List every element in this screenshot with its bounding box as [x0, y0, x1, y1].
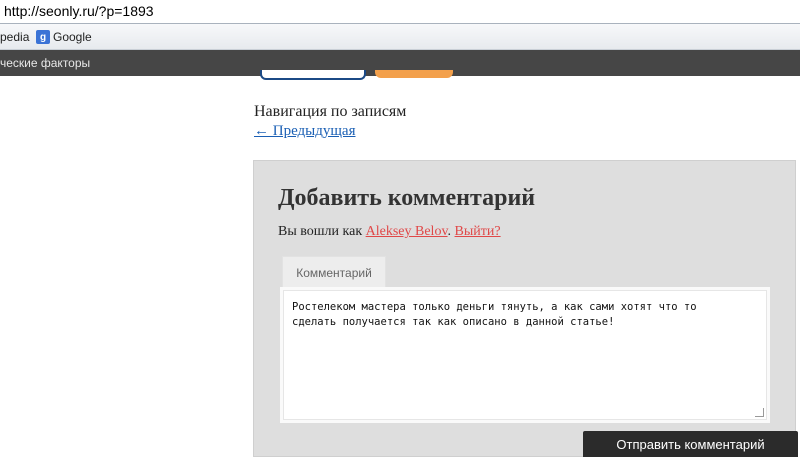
admin-bar-item[interactable]: ческие факторы [0, 56, 90, 70]
comment-textarea[interactable]: Ростелеком мастера только деньги тянуть,… [283, 290, 767, 420]
comment-text-line: Ростелеком мастера только деньги тянуть,… [292, 301, 697, 313]
resize-handle-icon[interactable] [755, 408, 764, 417]
logged-in-prefix: Вы вошли как [278, 224, 366, 239]
logged-in-as: Вы вошли как Aleksey Belov. Выйти? [278, 224, 501, 240]
bookmark-google-label: Google [53, 30, 92, 44]
logout-link[interactable]: Выйти? [455, 224, 501, 239]
comment-text: Ростелеком мастера только деньги тянуть,… [292, 301, 697, 328]
bookmark-wikipedia[interactable]: pedia [0, 30, 29, 44]
bookmarks-bar: pedia g Google [0, 24, 800, 50]
post-navigation-title: Навигация по записям [254, 103, 407, 120]
address-bar[interactable]: http://seonly.ru/?p=1893 [0, 0, 800, 24]
submit-comment-button[interactable]: Отправить комментарий [583, 431, 798, 457]
comment-text-line: сделать получается так как описано в дан… [292, 316, 615, 328]
share-button-blue[interactable] [260, 70, 366, 80]
logged-in-separator: . [447, 224, 455, 239]
google-g-icon: g [36, 30, 50, 44]
previous-post-link[interactable]: ← Предыдущая [254, 123, 356, 140]
bookmark-google[interactable]: g Google [36, 30, 92, 44]
comment-textarea-frame: Ростелеком мастера только деньги тянуть,… [280, 287, 770, 423]
user-profile-link[interactable]: Aleksey Belov [366, 224, 448, 239]
tab-comment[interactable]: Комментарий [282, 256, 386, 288]
share-button-orange[interactable] [375, 70, 453, 78]
comment-form-title: Добавить комментарий [278, 185, 536, 211]
comment-form: Добавить комментарий Вы вошли как Alekse… [253, 160, 796, 457]
url-text[interactable]: http://seonly.ru/?p=1893 [4, 3, 154, 19]
